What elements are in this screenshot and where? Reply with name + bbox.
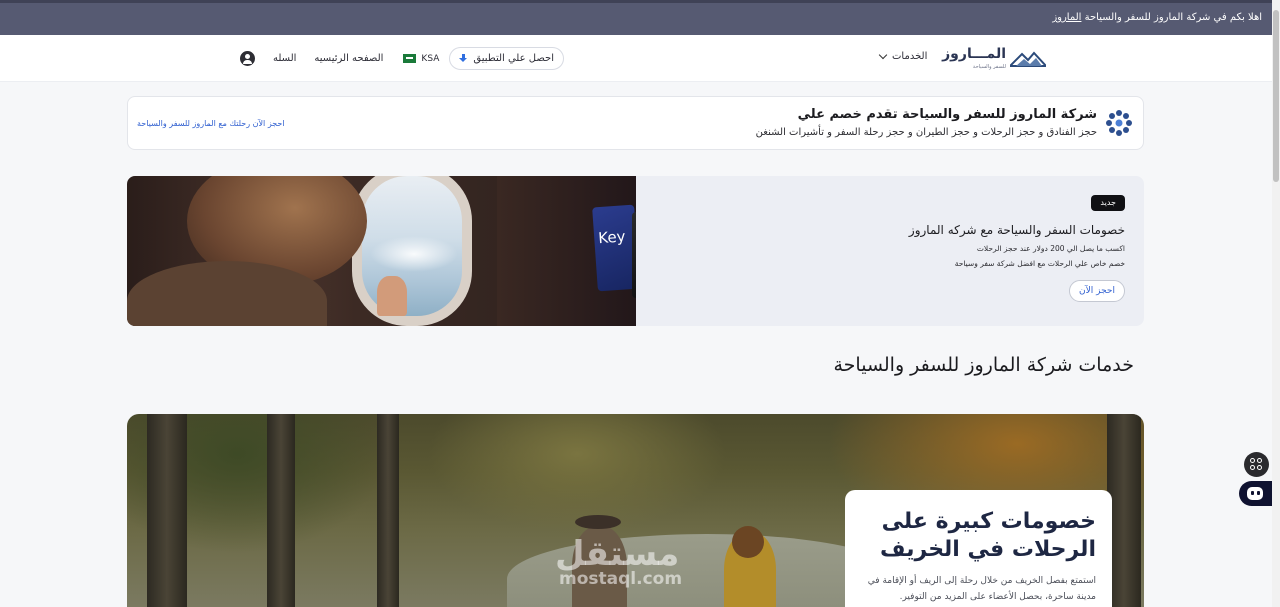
foliage-center [427,414,727,534]
airplane-window [352,176,472,326]
logo-mountain-icon [1010,51,1046,67]
get-app-button[interactable]: احصل علي التطبيق [449,47,564,70]
tree-trunk [147,414,187,607]
header-actions: السله الصفحه الرئيسيه KSA احصل علي التطب… [240,47,564,70]
hero-card: خصومات كبيرة على الرحلات في الخريف استمت… [845,490,1112,607]
chevron-down-icon [878,50,888,60]
tree-trunk [377,414,399,607]
announcement-link[interactable]: الماروز [1052,12,1081,23]
flower-icon [1106,110,1132,136]
chatbot-icon[interactable] [1239,481,1272,506]
banner-line-2: خصم خاص علي الرحلات مع افضل شركة سفر وسي… [954,259,1125,268]
hero-title: خصومات كبيرة على الرحلات في الخريف [880,509,1096,562]
apps-grid-icon[interactable] [1244,452,1269,477]
scrollbar-thumb[interactable] [1273,10,1279,182]
autumn-hero: مستقل mostaql.com خصومات كبيرة على الرحل… [127,414,1144,607]
banner-title: خصومات السفر والسياحة مع شركه الماروز [908,223,1125,237]
card-brand-text: Key [597,227,627,248]
watermark-latin: mostaql.com [559,569,683,589]
user-icon[interactable] [240,51,255,66]
promo-strip: شركة الماروز للسفر والسياحة تقدم خصم علي… [127,96,1144,150]
credit-card-blue: Key [592,204,636,292]
country-selector[interactable]: KSA [403,54,439,64]
site-logo[interactable]: المـــاروز للسفر والسياحة [942,45,1048,73]
promo-title: شركة الماروز للسفر والسياحة تقدم خصم علي [797,107,1097,122]
announcement-bar: اهلا بكم في شركة الماروز للسفر والسياحة … [0,0,1272,35]
traveler-hat [575,515,621,529]
announcement-text: اهلا بكم في شركة الماروز للسفر والسياحة … [1052,12,1262,23]
traveler-woman-head [732,526,764,558]
promo-cta-link[interactable]: احجز الآن رحلتك مع الماروز للسفر والسياح… [137,119,285,128]
download-icon [459,53,468,64]
get-app-label: احصل علي التطبيق [473,53,554,64]
banner-photo: Key Key [127,176,636,326]
services-menu[interactable]: الخدمات [878,50,928,62]
hero-paragraph: استمتع بفصل الخريف من خلال رحلة إلى الري… [867,576,1096,602]
credit-card-black: Key [632,212,636,298]
logo-subtitle: للسفر والسياحة [972,64,1006,70]
book-now-button[interactable]: احجز الآن [1069,280,1125,302]
cart-link[interactable]: السله [273,53,296,64]
page-scrollbar[interactable] [1272,0,1280,607]
watermark-arabic: مستقل [555,534,680,574]
offer-banner: Key Key جديد خصومات السفر والسياحة مع شر… [127,176,1144,326]
site-header: المـــاروز للسفر والسياحة الخدمات السله … [0,35,1272,82]
announcement-message: اهلا بكم في شركة الماروز للسفر والسياحة [1081,12,1262,23]
traveler-hand [377,276,407,316]
promo-description: حجز الفنادق و حجز الرحلات و حجز الطيران … [755,127,1097,138]
services-label: الخدمات [892,51,928,62]
banner-line-1: اكسب ما يصل الي 200 دولار عند حجز الرحلا… [976,244,1125,253]
tree-trunk [267,414,295,607]
home-link[interactable]: الصفحه الرئيسيه [314,53,383,64]
tree-trunk [1107,414,1141,607]
new-badge: جديد [1091,195,1125,211]
logo-text: المـــاروز [942,46,1006,62]
section-title: خدمات شركة الماروز للسفر والسياحة [833,354,1134,376]
country-label: KSA [421,53,440,64]
flag-icon [403,54,417,63]
